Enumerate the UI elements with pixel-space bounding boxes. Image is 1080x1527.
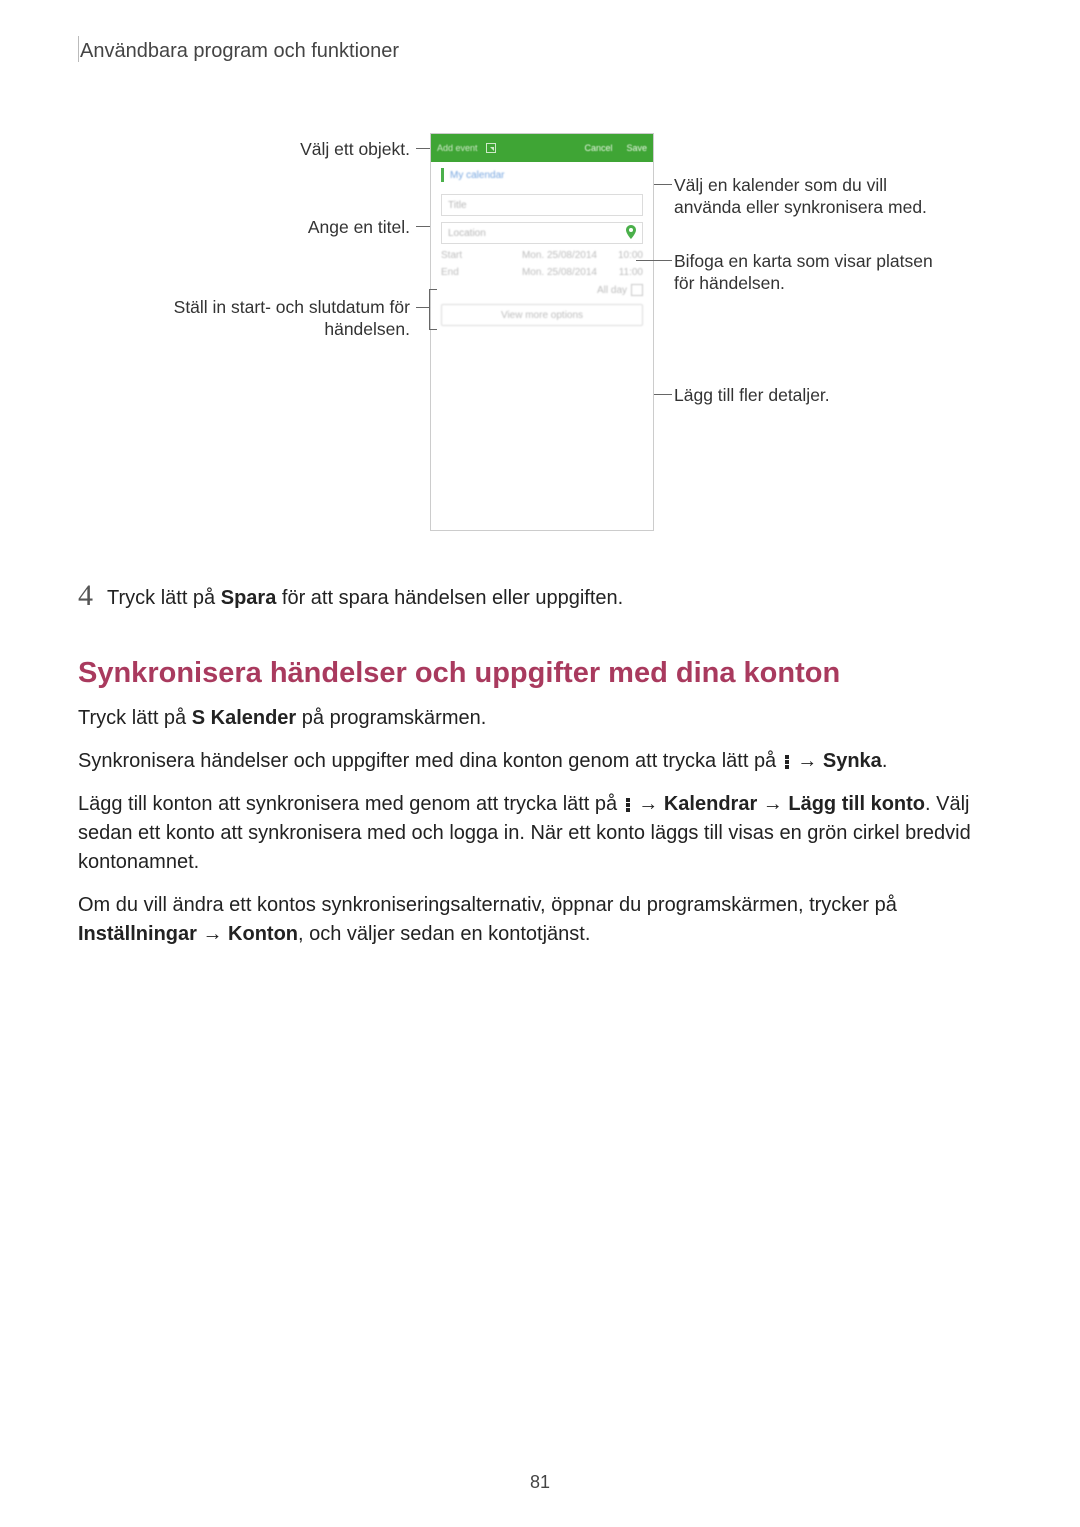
callout-line1: Välj en kalender som du vill [674,175,887,195]
title-placeholder: Title [448,200,467,211]
lead-line [654,394,672,395]
more-menu-icon [625,797,631,813]
all-day-row[interactable]: All day [441,284,643,296]
callout-line2: händelsen. [324,319,410,339]
start-date: Mon. 25/08/2014 [487,250,597,261]
section-heading: Synkronisera händelser och uppgifter med… [78,657,1008,690]
text: Tryck lätt på [107,587,221,609]
phone-mock: Add event Cancel Save My calendar Title … [430,133,654,531]
title-input[interactable]: Title [441,194,643,216]
lead-line [654,184,672,185]
lead-line [429,289,437,290]
end-time: 11:00 [605,267,643,278]
all-day-label: All day [597,285,627,296]
callout-set-dates: Ställ in start- och slutdatum för händel… [118,297,410,341]
callout-line1: Bifoga en karta som visar platsen [674,251,933,271]
text: . [925,793,936,815]
phone-toolbar: Add event Cancel Save [431,134,653,162]
chevron-down-icon[interactable] [486,143,496,153]
lead-line [416,148,430,149]
callout-select-object: Välj ett objekt. [140,139,410,161]
text: för att spara händelsen eller uppgiften. [276,587,623,609]
text: Om du vill ändra ett kontos synkroniseri… [78,894,897,916]
arrow: → [197,923,228,945]
arrow: → [633,793,664,815]
add-event-dropdown[interactable]: Add event [437,143,478,153]
callout-line2: för händelsen. [674,273,785,293]
callout-add-details: Lägg till fler detaljer. [674,385,974,407]
start-row[interactable]: Start Mon. 25/08/2014 10:00 [441,250,643,261]
map-pin-icon[interactable] [626,225,636,242]
calendar-picker-row[interactable]: My calendar [431,162,653,188]
text: Synkronisera händelser och uppgifter med… [78,750,782,772]
end-row[interactable]: End Mon. 25/08/2014 11:00 [441,267,643,278]
bold: S Kalender [192,707,296,729]
lead-line [429,329,437,330]
view-more-options-button[interactable]: View more options [441,304,643,326]
text: på programskärmen. [296,707,486,729]
chapter-title: Användbara program och funktioner [80,40,1008,63]
paragraph: Synkronisera händelser och uppgifter med… [78,747,1008,776]
bold: Inställningar [78,923,197,945]
lead-line [429,289,430,329]
lead-line [416,307,430,308]
callout-line1: Ställ in start- och slutdatum för [174,297,410,317]
step-text: Tryck lätt på Spara för att spara händel… [107,587,623,610]
lead-line [416,226,430,227]
save-button[interactable]: Save [626,143,647,153]
bold: Lägg till konto [788,793,925,815]
callout-line2: använda eller synkronisera med. [674,197,927,217]
calendar-name-label: My calendar [450,170,504,181]
bold: Spara [221,587,277,609]
text: , och väljer sedan en kontotjänst. [298,923,590,945]
callout-attach-map: Bifoga en karta som visar platsen för hä… [674,251,1014,295]
page-number: 81 [0,1472,1080,1493]
text: . [882,750,888,772]
paragraph: Lägg till konton att synkronisera med ge… [78,790,1008,877]
paragraph: Om du vill ändra ett kontos synkroniseri… [78,891,1008,949]
arrow: → [792,750,823,772]
end-label: End [441,267,479,278]
callout-enter-title: Ange en titel. [140,217,410,239]
text: Tryck lätt på [78,707,192,729]
lead-line [636,260,672,261]
location-input[interactable]: Location [441,222,643,244]
bold: Konton [228,923,298,945]
step-4: 4 Tryck lätt på Spara för att spara händ… [78,581,1008,611]
bold: Kalendrar [664,793,757,815]
figure: Add event Cancel Save My calendar Title … [78,133,1008,553]
bold: Synka [823,750,882,772]
paragraph: Tryck lätt på S Kalender på programskärm… [78,704,1008,733]
calendar-color-icon [441,168,444,182]
all-day-checkbox[interactable] [631,284,643,296]
arrow: → [757,793,788,815]
end-date: Mon. 25/08/2014 [487,267,597,278]
more-menu-icon [784,754,790,770]
step-number: 4 [78,581,93,611]
callout-choose-calendar: Välj en kalender som du vill använda ell… [674,175,1014,219]
cancel-button[interactable]: Cancel [584,143,612,153]
text: Lägg till konton att synkronisera med ge… [78,793,623,815]
location-placeholder: Location [448,228,486,239]
start-label: Start [441,250,479,261]
